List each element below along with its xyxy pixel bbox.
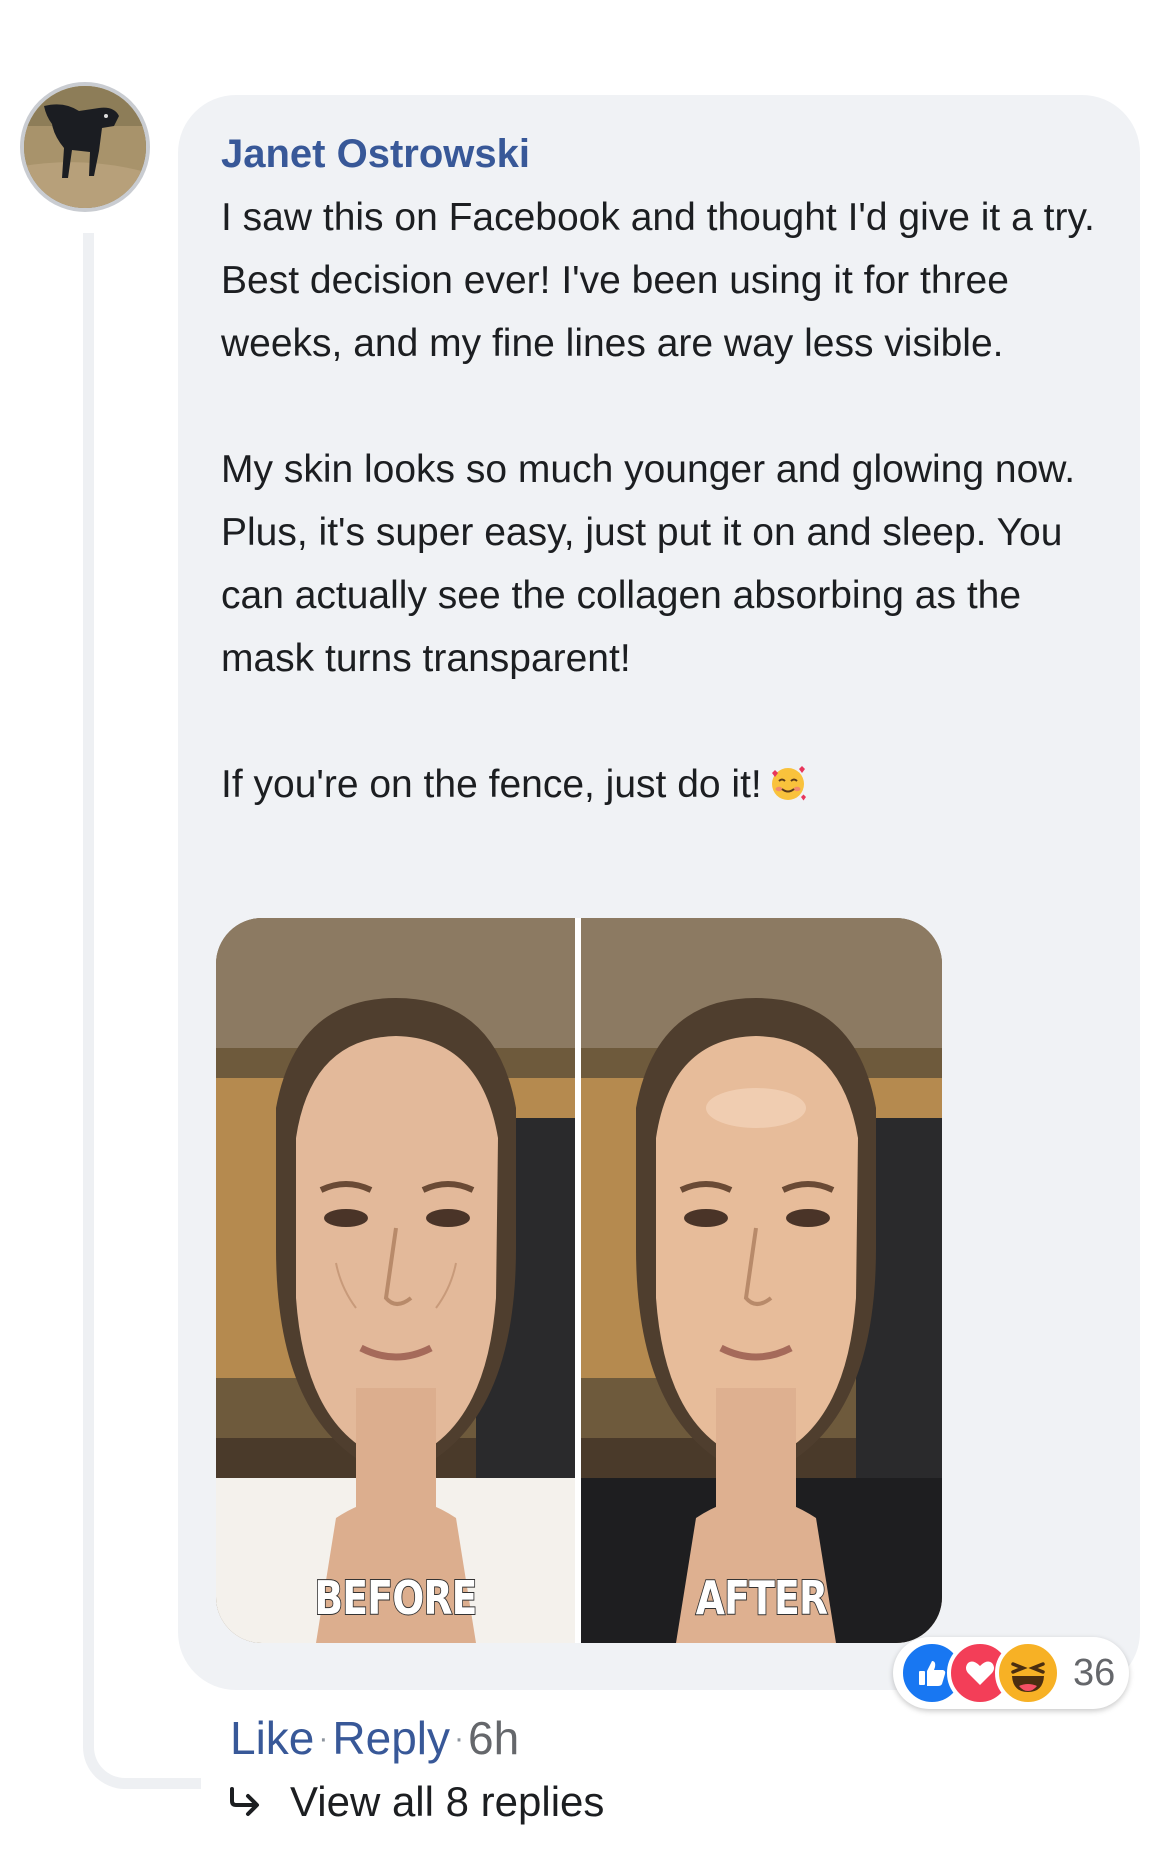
reaction-count: 36 <box>1073 1651 1116 1694</box>
action-separator: · <box>318 1722 329 1755</box>
after-panel: AFTER <box>581 918 942 1643</box>
before-face-photo-icon <box>216 918 575 1643</box>
before-panel: BEFORE <box>216 918 575 1643</box>
comment-paragraph-text: If you're on the fence, just do it! <box>221 763 762 806</box>
comment-paragraph: If you're on the fence, just do it! <box>221 753 1101 816</box>
reply-arrow-icon <box>230 1787 259 1816</box>
avatar[interactable] <box>20 82 150 212</box>
comment-body: I saw this on Facebook and thought I'd g… <box>221 186 1101 816</box>
comment-actions: Like ·Reply ·6h <box>230 1711 519 1765</box>
comment-paragraph: My skin looks so much younger and glowin… <box>221 448 1076 680</box>
dog-photo-icon <box>24 86 146 208</box>
before-after-photo[interactable]: BEFORE AFTER <box>216 918 942 1643</box>
like-link[interactable]: Like <box>230 1712 314 1764</box>
reactions-summary[interactable]: 36 <box>893 1637 1130 1709</box>
reply-link[interactable]: Reply <box>332 1712 450 1764</box>
haha-icon <box>995 1640 1061 1706</box>
view-replies-label: View all 8 replies <box>290 1778 605 1825</box>
comment-paragraph: I saw this on Facebook and thought I'd g… <box>221 196 1095 365</box>
smiling-face-with-hearts-icon <box>768 759 808 801</box>
after-label: AFTER <box>695 1570 829 1626</box>
after-face-photo-icon <box>581 918 942 1643</box>
comment-author-name[interactable]: Janet Ostrowski <box>221 132 530 177</box>
before-label: BEFORE <box>314 1570 479 1626</box>
action-separator: · <box>454 1722 464 1755</box>
comment-timestamp[interactable]: 6h <box>468 1712 519 1764</box>
view-replies-link[interactable]: View all 8 replies <box>228 1778 604 1826</box>
